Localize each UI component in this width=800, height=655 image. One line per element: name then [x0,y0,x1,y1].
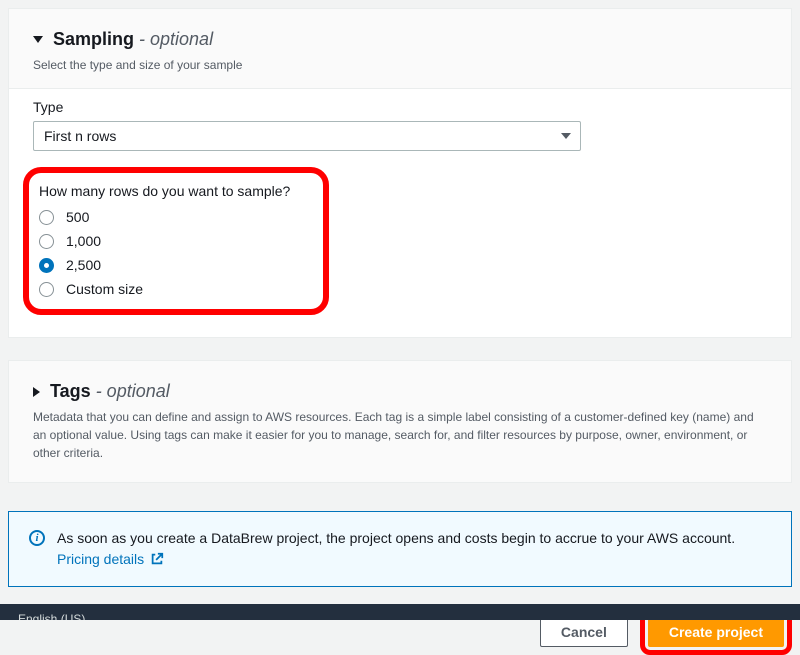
type-select-value[interactable]: First n rows [33,121,581,151]
radio-label: 2,500 [66,257,101,273]
rows-question: How many rows do you want to sample? [39,183,309,199]
radio-label: Custom size [66,281,143,297]
language-selector[interactable]: English (US) [18,612,85,620]
external-link-icon [150,552,164,566]
tags-title: Tags - optional [50,381,170,402]
radio-icon [39,210,54,225]
radio-label: 500 [66,209,89,225]
console-footer: English (US) [0,604,800,620]
info-icon: i [29,530,45,546]
cancel-button[interactable]: Cancel [540,617,628,647]
info-text: As soon as you create a DataBrew project… [57,528,771,570]
tags-panel: Tags - optional Metadata that you can de… [8,360,792,483]
sampling-header[interactable]: Sampling - optional Select the type and … [9,9,791,88]
type-select[interactable]: First n rows [33,121,581,151]
rows-highlight: How many rows do you want to sample? 500… [23,167,329,315]
radio-option-custom[interactable]: Custom size [39,281,309,297]
tags-description: Metadata that you can define and assign … [33,408,767,462]
sampling-body: Type First n rows How many rows do you w… [9,88,791,337]
sampling-description: Select the type and size of your sample [33,56,767,74]
sampling-title: Sampling - optional [53,29,213,50]
create-project-button[interactable]: Create project [648,617,784,647]
pricing-details-link[interactable]: Pricing details [57,551,164,567]
radio-icon [39,234,54,249]
caret-down-icon [33,36,43,43]
radio-selected-icon [39,258,54,273]
info-alert: i As soon as you create a DataBrew proje… [8,511,792,587]
radio-option-2500[interactable]: 2,500 [39,257,309,273]
radio-option-500[interactable]: 500 [39,209,309,225]
tags-header[interactable]: Tags - optional Metadata that you can de… [9,361,791,482]
radio-label: 1,000 [66,233,101,249]
radio-option-1000[interactable]: 1,000 [39,233,309,249]
type-label: Type [33,99,767,115]
caret-right-icon [33,387,40,397]
footer-actions: Cancel Create project [0,587,800,655]
radio-icon [39,282,54,297]
sampling-panel: Sampling - optional Select the type and … [8,8,792,338]
